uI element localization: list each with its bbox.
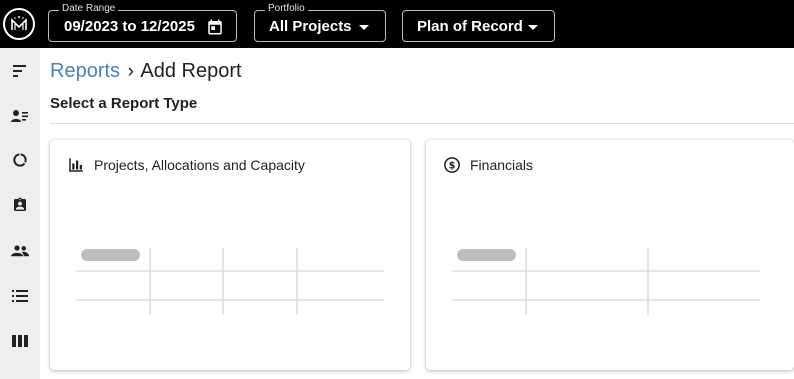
date-range-value: 09/2023 to 12/2025 [64, 17, 195, 35]
divider [50, 123, 794, 124]
table-preview-placeholder [76, 248, 384, 315]
menu-toggle-icon[interactable] [0, 57, 40, 85]
group-icon[interactable] [0, 237, 40, 265]
date-range-legend: Date Range [59, 3, 119, 15]
donut-chart-icon[interactable] [0, 146, 40, 174]
columns-icon[interactable] [0, 327, 40, 355]
portfolio-legend: Portfolio [265, 3, 308, 15]
date-range-field[interactable]: Date Range 09/2023 to 12/2025 [48, 3, 237, 42]
portfolio-select[interactable]: Portfolio All Projects [254, 3, 386, 42]
list-icon[interactable] [0, 282, 40, 310]
plan-select[interactable]: Plan of Record [402, 10, 555, 42]
people-list-icon[interactable] [0, 102, 40, 130]
table-preview-placeholder [452, 248, 760, 315]
page-title: Add Report [140, 60, 242, 82]
caret-down-icon [528, 25, 538, 30]
portfolio-value: All Projects [269, 17, 352, 35]
breadcrumb: Reports › Add Report [50, 59, 242, 84]
top-bar: Date Range 09/2023 to 12/2025 Portfolio … [0, 0, 794, 48]
logo-icon[interactable] [3, 8, 35, 40]
report-type-card-projects[interactable]: Projects, Allocations and Capacity [50, 140, 410, 370]
calendar-icon[interactable] [206, 18, 224, 41]
plan-value: Plan of Record [417, 17, 523, 35]
section-title: Select a Report Type [50, 95, 198, 112]
assignment-ind-icon[interactable] [0, 191, 40, 219]
report-type-card-financials[interactable]: $ Financials [426, 140, 794, 370]
breadcrumb-separator: › [127, 61, 134, 82]
breadcrumb-reports-link[interactable]: Reports [50, 60, 120, 82]
caret-down-icon [359, 25, 369, 30]
sidebar [0, 48, 40, 379]
